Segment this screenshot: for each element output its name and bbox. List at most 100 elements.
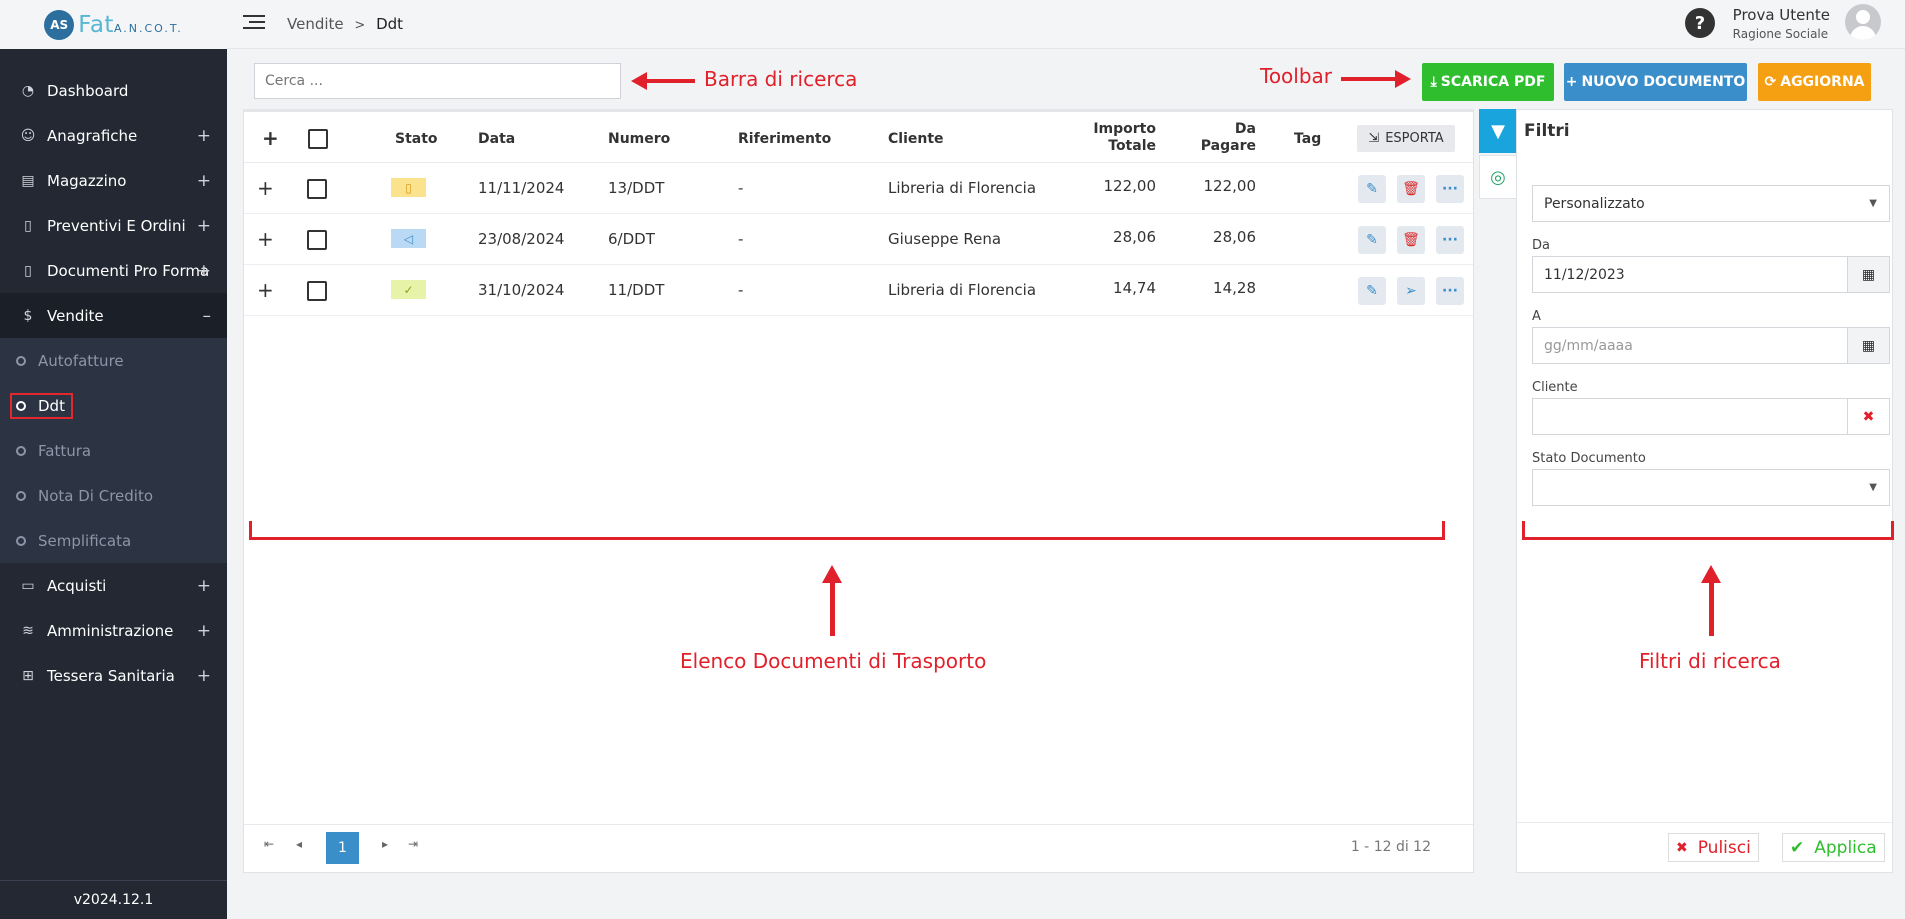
col-stato[interactable]: Stato — [395, 131, 438, 147]
more-options-button[interactable]: ··· — [1436, 175, 1464, 203]
delete-button[interactable]: 🗑 — [1397, 226, 1425, 254]
sidebar-item-amministrazione[interactable]: ≋ Amministrazione + — [0, 608, 227, 653]
send-button[interactable]: ➢ — [1397, 277, 1425, 305]
calendar-icon[interactable]: ▦ — [1848, 327, 1890, 364]
col-data[interactable]: Data — [478, 131, 515, 147]
cell-numero: 6/DDT — [608, 230, 655, 248]
breadcrumb-vendite[interactable]: Vendite — [287, 15, 344, 33]
cell-dapagare: 28,06 — [1213, 228, 1256, 246]
export-label: ESPORTA — [1385, 131, 1444, 146]
expand-row-icon[interactable]: + — [257, 227, 274, 251]
calendar-icon[interactable]: ▦ — [1848, 256, 1890, 293]
circle-icon — [16, 490, 26, 501]
row-checkbox[interactable] — [307, 179, 327, 199]
refresh-button[interactable]: ⟳ AGGIORNA — [1758, 63, 1871, 101]
annotation-arrow-list — [822, 565, 842, 636]
apply-filters-button[interactable]: ✔ Applica — [1782, 833, 1885, 862]
filter-icon[interactable]: ▼ — [1479, 109, 1517, 153]
sidebar-item-acquisti[interactable]: ▭ Acquisti + — [0, 563, 227, 608]
sidebar-item-anagrafiche[interactable]: ☺ Anagrafiche + — [0, 113, 227, 158]
sidebar-menu: ◔ Dashboard ☺ Anagrafiche + ▤ Magazzino + ▯ Pr… — [0, 68, 227, 698]
sidebar-item-label: Tessera Sanitaria — [47, 666, 175, 685]
prev-page-icon[interactable]: ◂ — [296, 837, 302, 851]
col-importo-totale[interactable]: Importo Totale — [1084, 121, 1156, 155]
cliente-input[interactable] — [1532, 398, 1848, 435]
chevron-down-icon: ▼ — [1869, 198, 1877, 209]
sidebar-item-proforma[interactable]: ▯ Documenti Pro Forma + — [0, 248, 227, 293]
cell-dapagare: 14,28 — [1213, 279, 1256, 297]
avatar[interactable] — [1845, 4, 1881, 40]
first-page-icon[interactable]: ⇤ — [264, 837, 274, 851]
col-numero[interactable]: Numero — [608, 131, 670, 147]
help-icon[interactable]: ? — [1685, 8, 1715, 38]
cliente-label: Cliente — [1532, 380, 1578, 395]
sidebar-item-vendite[interactable]: $ Vendite – — [0, 293, 227, 338]
table-row[interactable]: + ✓ 31/10/2024 11/DDT - Libreria di Flor… — [244, 265, 1473, 316]
export-icon: ⇲ — [1368, 131, 1380, 146]
a-date-input[interactable]: gg/mm/aaaa — [1532, 327, 1848, 364]
cell-importo: 14,74 — [1113, 279, 1156, 297]
more-options-button[interactable]: ··· — [1436, 277, 1464, 305]
clear-filters-button[interactable]: ✖ Pulisci — [1668, 833, 1759, 862]
period-select[interactable]: Personalizzato ▼ — [1532, 185, 1890, 222]
download-icon: ⤓ — [1430, 74, 1437, 90]
sidebar-subitem-autofatture[interactable]: Autofatture — [0, 338, 227, 383]
user-info[interactable]: Prova Utente Ragione Sociale — [1733, 6, 1830, 41]
expand-all-icon[interactable]: + — [262, 126, 279, 150]
sidebar-item-label: Anagrafiche — [47, 126, 138, 145]
sidebar-item-preventivi[interactable]: ▯ Preventivi E Ordini + — [0, 203, 227, 248]
logo-text: FatA.N.CO.T. — [78, 12, 183, 38]
edit-button[interactable]: ✎ — [1358, 226, 1386, 254]
expand-icon: + — [196, 125, 211, 146]
download-pdf-button[interactable]: ⤓ SCARICA PDF — [1422, 63, 1554, 101]
clipboard-icon: ▯ — [24, 217, 32, 234]
sidebar-item-label: Acquisti — [47, 576, 107, 595]
expand-row-icon[interactable]: + — [257, 278, 274, 302]
cell-dapagare: 122,00 — [1203, 177, 1257, 195]
hamburger-menu-icon[interactable] — [243, 15, 265, 31]
edit-button[interactable]: ✎ — [1358, 175, 1386, 203]
col-tag[interactable]: Tag — [1294, 131, 1321, 147]
cell-importo: 28,06 — [1113, 228, 1156, 246]
credit-card-icon: ▭ — [21, 577, 35, 594]
col-riferimento[interactable]: Riferimento — [738, 131, 831, 147]
next-page-icon[interactable]: ▸ — [382, 837, 388, 851]
col-cliente[interactable]: Cliente — [888, 131, 944, 147]
row-checkbox[interactable] — [307, 230, 327, 250]
logo[interactable]: AS FatA.N.CO.T. — [0, 0, 227, 49]
clear-cliente-icon[interactable]: ✖ — [1848, 398, 1890, 435]
circle-icon — [16, 355, 26, 366]
user-role: Ragione Sociale — [1732, 27, 1829, 41]
sidebar-subitem-ddt[interactable]: Ddt — [0, 383, 227, 428]
expand-row-icon[interactable]: + — [257, 176, 274, 200]
sidebar-item-label: Dashboard — [47, 81, 129, 100]
last-page-icon[interactable]: ⇥ — [408, 837, 418, 851]
new-document-button[interactable]: + NUOVO DOCUMENTO — [1564, 63, 1747, 101]
da-label: Da — [1532, 238, 1550, 253]
export-button[interactable]: ⇲ ESPORTA — [1357, 125, 1455, 152]
sidebar-item-tessera-sanitaria[interactable]: ⊞ Tessera Sanitaria + — [0, 653, 227, 698]
da-date-input[interactable]: 11/12/2023 — [1532, 256, 1848, 293]
lifebuoy-icon[interactable]: ◎ — [1479, 155, 1517, 199]
annotation-search-label: Barra di ricerca — [704, 67, 858, 91]
collapse-icon: – — [202, 305, 212, 326]
edit-button[interactable]: ✎ — [1358, 277, 1386, 305]
sidebar-item-dashboard[interactable]: ◔ Dashboard — [0, 68, 227, 113]
delete-button[interactable]: 🗑 — [1397, 175, 1425, 203]
sidebar-subitem-nota-di-credito[interactable]: Nota Di Credito — [0, 473, 227, 518]
sidebar-subitem-label: Fattura — [38, 441, 92, 460]
sidebar-subitem-fattura[interactable]: Fattura — [0, 428, 227, 473]
col-da-pagare[interactable]: Da Pagare — [1186, 121, 1256, 155]
row-checkbox[interactable] — [307, 281, 327, 301]
more-options-button[interactable]: ··· — [1436, 226, 1464, 254]
table-row[interactable]: + ◁ 23/08/2024 6/DDT - Giuseppe Rena 28,… — [244, 214, 1473, 265]
sidebar-subitem-semplificata[interactable]: Semplificata — [0, 518, 227, 563]
page-current[interactable]: 1 — [326, 832, 359, 864]
sidebar-item-magazzino[interactable]: ▤ Magazzino + — [0, 158, 227, 203]
search-input[interactable] — [254, 63, 621, 99]
stato-documento-select[interactable]: ▼ — [1532, 469, 1890, 506]
refresh-icon: ⟳ — [1764, 74, 1777, 90]
table-row[interactable]: + ▯ 11/11/2024 13/DDT - Libreria di Flor… — [244, 163, 1473, 214]
select-all-checkbox[interactable] — [308, 129, 328, 149]
clear-filters-label: Pulisci — [1697, 837, 1751, 858]
